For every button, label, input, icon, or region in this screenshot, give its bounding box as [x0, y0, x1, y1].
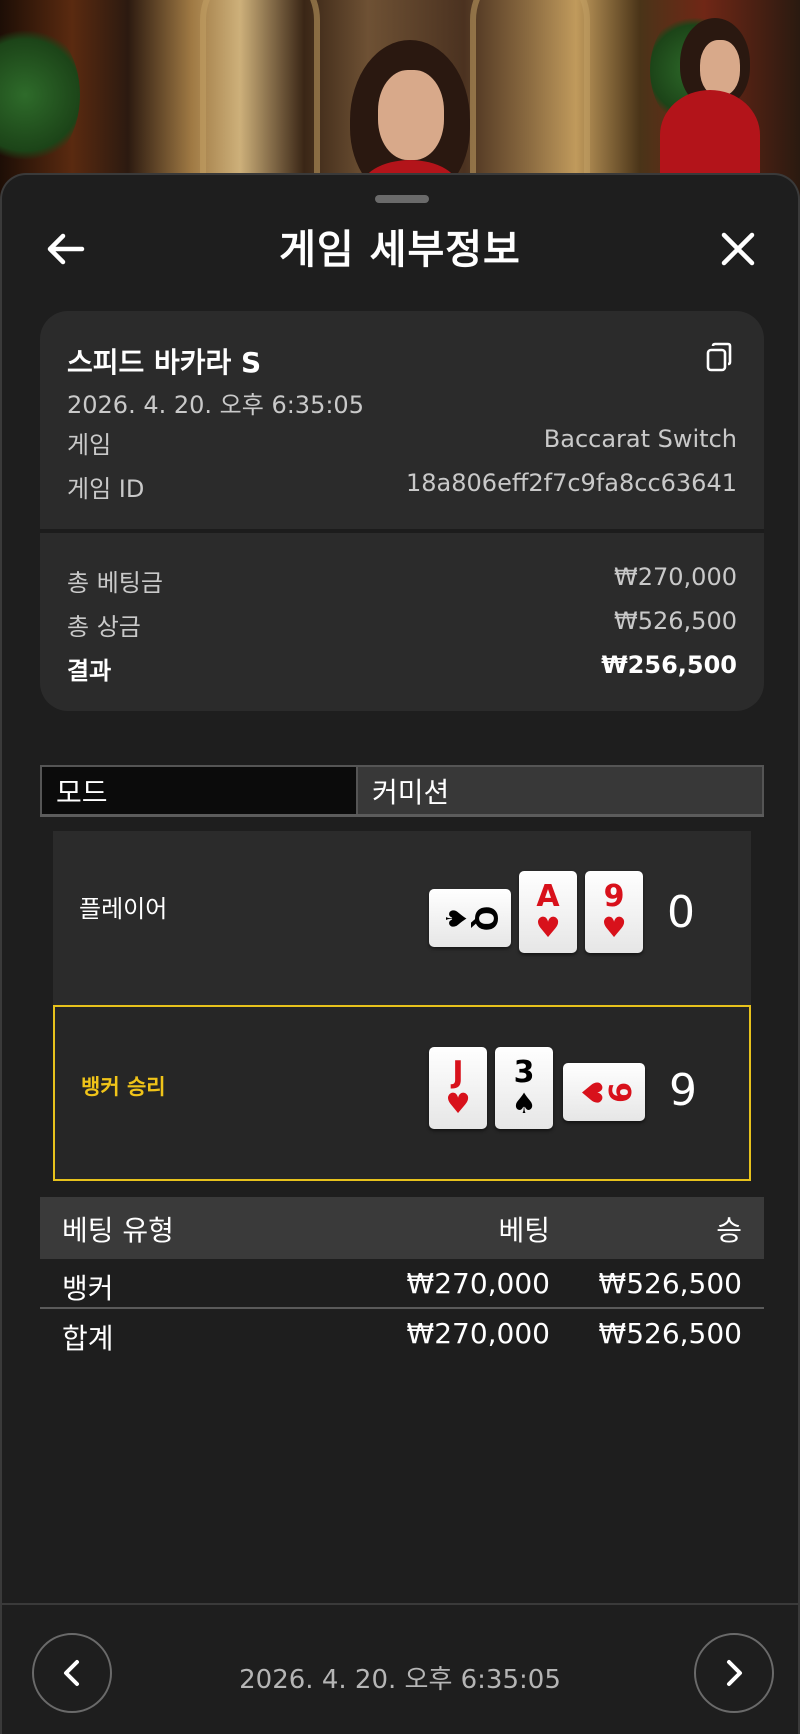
game-timestamp: 2026. 4. 20. 오후 6:35:05 — [67, 391, 364, 419]
second-dealer-outfit — [660, 90, 760, 180]
total-win-value: ₩526,500 — [614, 607, 737, 635]
player-card-2: A ♥ — [519, 871, 577, 953]
chevron-right-icon — [727, 1660, 742, 1686]
table-total-row: 합계 ₩270,000 ₩526,500 — [40, 1309, 764, 1359]
banker-hand: 뱅커 승리 J ♥ 3 ♠ ♥ 9 9 — [53, 1005, 751, 1181]
player-hand: 플레이어 ♠ Q A ♥ 9 ♥ 0 — [53, 831, 751, 1007]
card-divider — [40, 529, 764, 533]
live-video-background — [0, 0, 800, 200]
game-id-value[interactable]: 18a806eff2f7c9fa8cc63641 — [406, 469, 737, 497]
banker-card-2: 3 ♠ — [495, 1047, 553, 1129]
game-label: 게임 — [67, 431, 112, 459]
game-summary-card: 스피드 바카라 S 2026. 4. 20. 오후 6:35:05 게임 Bac… — [40, 311, 764, 711]
game-value: Baccarat Switch — [543, 425, 737, 453]
view-tabs: 모드 커미션 — [40, 765, 764, 817]
row-bet-type: 뱅커 — [62, 1272, 114, 1305]
next-game-button[interactable] — [694, 1633, 774, 1713]
copy-icon — [706, 342, 732, 372]
header-win: 승 — [716, 1214, 742, 1247]
banker-win-label: 뱅커 승리 — [81, 1075, 166, 1099]
footer-divider — [2, 1603, 800, 1605]
player-label: 플레이어 — [79, 895, 168, 923]
close-button[interactable] — [712, 223, 764, 275]
row-win: ₩526,500 — [598, 1267, 742, 1300]
total-bet: ₩270,000 — [406, 1317, 550, 1350]
game-id-label: 게임 ID — [67, 475, 145, 503]
player-card-3: 9 ♥ — [585, 871, 643, 953]
total-win: ₩526,500 — [598, 1317, 742, 1350]
total-bet-label: 총 베팅금 — [67, 569, 163, 597]
row-bet: ₩270,000 — [406, 1267, 550, 1300]
tab-commission[interactable]: 커미션 — [358, 765, 764, 814]
total-win-label: 총 상금 — [67, 613, 141, 641]
banker-card-1: J ♥ — [429, 1047, 487, 1129]
close-icon — [721, 232, 755, 266]
copy-button[interactable] — [704, 341, 734, 373]
header-bet-type: 베팅 유형 — [62, 1214, 174, 1247]
page-title: 게임 세부정보 — [279, 227, 521, 273]
player-score: 0 — [667, 887, 695, 938]
footer-timestamp: 2026. 4. 20. 오후 6:35:05 — [239, 1665, 561, 1695]
tab-mode[interactable]: 모드 — [40, 765, 358, 814]
total-label: 합계 — [62, 1322, 114, 1355]
sheet-drag-handle[interactable] — [375, 195, 429, 203]
game-name: 스피드 바카라 S — [67, 346, 262, 379]
result-label: 결과 — [67, 657, 112, 685]
bets-table-header: 베팅 유형 베팅 승 — [40, 1197, 764, 1259]
dealer-face — [378, 70, 444, 160]
header-bet: 베팅 — [498, 1214, 550, 1247]
result-value: ₩256,500 — [601, 651, 737, 679]
background-arch — [200, 0, 320, 200]
total-bet-value: ₩270,000 — [614, 563, 737, 591]
background-plant — [0, 20, 80, 170]
banker-card-3: ♥ 9 — [563, 1063, 645, 1121]
second-dealer-face — [700, 40, 740, 96]
player-card-1: ♠ Q — [429, 889, 511, 947]
banker-score: 9 — [669, 1065, 697, 1116]
table-row: 뱅커 ₩270,000 ₩526,500 — [40, 1259, 764, 1309]
game-details-sheet: 게임 세부정보 스피드 바카라 S 2026. 4. 20. 오후 6:35:0… — [0, 173, 800, 1734]
background-arch — [470, 0, 590, 200]
game-info-section: 스피드 바카라 S 2026. 4. 20. 오후 6:35:05 게임 Bac… — [40, 311, 764, 529]
